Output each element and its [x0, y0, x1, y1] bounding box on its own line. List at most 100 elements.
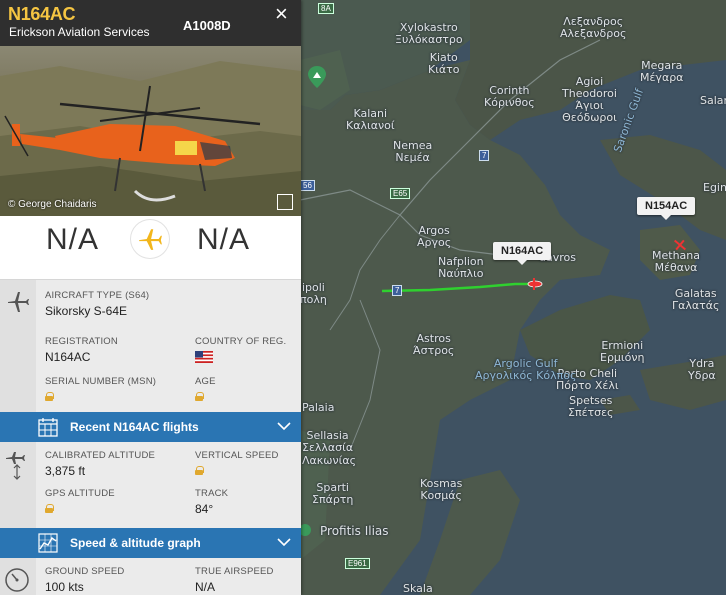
- place-tripoli: ipoli πολη: [300, 281, 327, 306]
- chevron-down-icon: [277, 538, 291, 547]
- road-shield-e65: E65: [390, 188, 411, 199]
- registration-field: REGISTRATION N164AC: [45, 336, 118, 364]
- aircraft-tag-n154ac[interactable]: N154AC: [637, 197, 696, 220]
- place-agioi: Agioi Theodoroi Άγιοι Θεόδωροι: [562, 75, 617, 124]
- place-sellasia: Sellasia Σελλασία: [302, 429, 354, 454]
- place-galatas: Galatas Γαλατάς: [672, 287, 720, 312]
- serial-field: SERIAL NUMBER (MSN): [45, 376, 156, 406]
- place-argolic-gulf: Argolic Gulf Αργολικός Κόλπος: [475, 357, 577, 382]
- altitude-icon: [6, 452, 25, 480]
- place-astros: Astros Άστρος: [413, 332, 455, 357]
- recent-flights-label: Recent N164AC flights: [70, 420, 199, 434]
- aircraft-type-value: Sikorsky S-64E: [45, 304, 128, 318]
- gps-altitude-field: GPS ALTITUDE: [45, 488, 115, 518]
- lock-icon: [45, 392, 54, 401]
- speedometer-icon: [5, 568, 29, 592]
- place-corinth: Corinth Κόρινθος: [484, 84, 535, 109]
- country-field: COUNTRY OF REG.: [195, 336, 286, 368]
- ground-speed-value: 100 kts: [45, 580, 84, 594]
- place-xylokastro: Xylokastro Ξυλόκαστρο: [395, 21, 463, 46]
- place-egin: Egin: [703, 181, 726, 194]
- lock-icon: [195, 466, 204, 475]
- place-sparti: Sparti Σπάρτη: [312, 481, 354, 506]
- place-lakonias: Λακωνίας: [302, 454, 357, 467]
- graph-icon: [38, 533, 58, 553]
- route-bar: N/A N/A: [0, 216, 301, 280]
- lock-icon: [45, 504, 54, 513]
- photo-credit: © George Chaidaris: [8, 199, 97, 210]
- expand-photo-icon[interactable]: [277, 194, 293, 210]
- aircraft-info-panel: N164AC Erickson Aviation Services A1008D…: [0, 0, 301, 595]
- age-field: AGE: [195, 376, 216, 406]
- place-ydra: Ydra Υδρα: [688, 357, 716, 382]
- road-shield-7b: 7: [392, 285, 403, 296]
- track-label: TRACK: [195, 488, 229, 499]
- calibrated-altitude-label: CALIBRATED ALTITUDE: [45, 450, 156, 461]
- track-field: TRACK 84°: [195, 488, 228, 516]
- place-megara: Megara Μέγαρα: [640, 59, 684, 84]
- us-flag-icon: [195, 351, 213, 363]
- track-value: 84°: [195, 502, 214, 516]
- aircraft-type-label: AIRCRAFT TYPE: [45, 290, 123, 301]
- age-label: AGE: [195, 376, 216, 387]
- place-kalani: Kalani Καλιανοί: [346, 107, 395, 132]
- place-alexia: Λεξανδρος Αλεξανδρος: [560, 15, 627, 40]
- place-ermioni: Ermioni Ερμιόνη: [600, 339, 645, 364]
- chevron-down-icon: [277, 422, 291, 431]
- aircraft-type-field: AIRCRAFT TYPE (S64) Sikorsky S-64E: [45, 290, 149, 318]
- side-icon-column: [0, 442, 36, 528]
- aircraft-photo[interactable]: © George Chaidaris: [0, 46, 301, 216]
- place-methana: Methana Μέθανα: [652, 249, 700, 274]
- speed-section: GROUND SPEED 100 kts TRUE AIRSPEED N/A: [0, 558, 301, 595]
- airplane-icon: [8, 292, 29, 312]
- altitude-section: CALIBRATED ALTITUDE 3,875 ft VERTICAL SP…: [0, 442, 301, 528]
- aircraft-tag-n164ac[interactable]: N164AC: [493, 242, 552, 265]
- speed-altitude-graph-bar[interactable]: Speed & altitude graph: [0, 528, 301, 558]
- true-airspeed-label: TRUE AIRSPEED: [195, 566, 274, 577]
- place-kosmas: Kosmas Κοσμάς: [420, 477, 463, 502]
- side-icon-column: [0, 558, 36, 595]
- ground-speed-field: GROUND SPEED 100 kts: [45, 566, 124, 594]
- plane-icon: [131, 220, 169, 258]
- vertical-speed-field: VERTICAL SPEED: [195, 450, 279, 480]
- true-airspeed-field: TRUE AIRSPEED N/A: [195, 566, 274, 594]
- airline-name: Erickson Aviation Services: [9, 25, 150, 39]
- road-shield-56: 56: [300, 180, 315, 191]
- calibrated-altitude-value: 3,875 ft: [45, 464, 86, 478]
- aircraft-type-code: (S64): [125, 290, 150, 301]
- destination-code: N/A: [197, 223, 251, 256]
- place-skala: Skala: [403, 582, 433, 595]
- close-icon[interactable]: ×: [275, 3, 288, 25]
- place-kiato: Kiato Κιάτο: [428, 51, 460, 76]
- helicopter-illustration: [0, 61, 301, 216]
- road-shield-7: 7: [479, 150, 490, 161]
- recent-flights-bar[interactable]: Recent N164AC flights: [0, 412, 301, 442]
- vertical-speed-label: VERTICAL SPEED: [195, 450, 279, 461]
- callsign: N164AC: [8, 4, 76, 24]
- calendar-icon: [38, 418, 58, 437]
- road-shield-e961: E961: [345, 558, 370, 569]
- place-nafplion: Nafplion Ναύπλιο: [438, 255, 484, 280]
- place-spetses: Spetses Σπέτσες: [568, 394, 614, 419]
- ground-speed-label: GROUND SPEED: [45, 566, 125, 577]
- lock-icon: [195, 392, 204, 401]
- country-label: COUNTRY OF REG.: [195, 336, 287, 347]
- registration-value: N164AC: [45, 350, 91, 364]
- place-palaia: Palaia: [302, 401, 335, 414]
- place-profitis: Profitis Ilias: [320, 524, 389, 538]
- serial-label: SERIAL NUMBER (MSN): [45, 376, 157, 387]
- hex-code: A1008D: [183, 18, 231, 33]
- origin-code: N/A: [46, 223, 100, 256]
- place-argos: Argos Αργος: [417, 224, 452, 249]
- side-icon-column: [0, 280, 36, 412]
- true-airspeed-value: N/A: [195, 580, 216, 594]
- road-shield-8a: 8A: [318, 3, 334, 14]
- place-salam: Salam: [700, 94, 726, 107]
- panel-header: N164AC Erickson Aviation Services A1008D…: [0, 0, 301, 46]
- aircraft-info-section: AIRCRAFT TYPE (S64) Sikorsky S-64E REGIS…: [0, 280, 301, 412]
- gps-altitude-label: GPS ALTITUDE: [45, 488, 115, 499]
- place-nemea: Nemea Νεμέα: [393, 139, 433, 164]
- speed-altitude-graph-label: Speed & altitude graph: [70, 536, 201, 550]
- calibrated-altitude-field: CALIBRATED ALTITUDE 3,875 ft: [45, 450, 155, 478]
- registration-label: REGISTRATION: [45, 336, 118, 347]
